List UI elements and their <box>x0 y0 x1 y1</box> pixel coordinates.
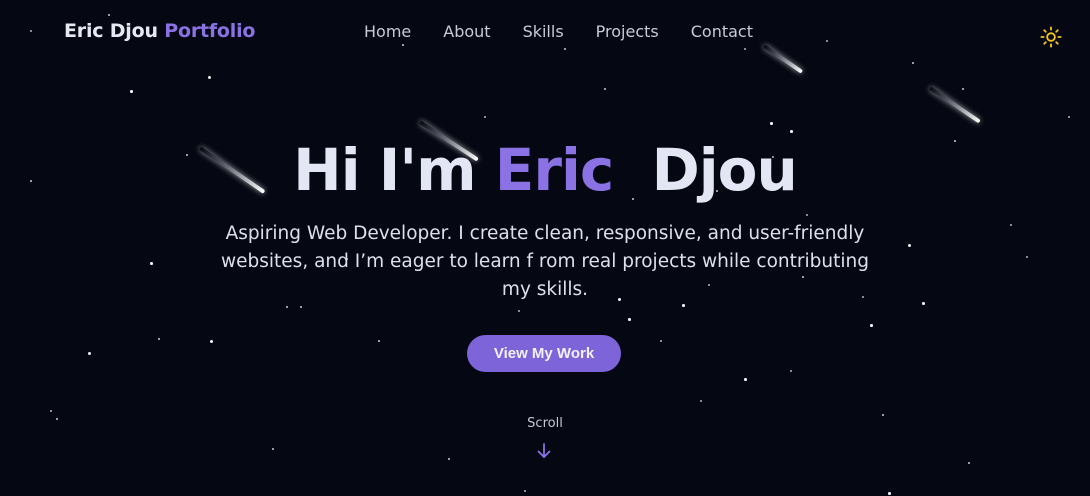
hero-title-accent: Eric <box>494 136 614 204</box>
shooting-star <box>928 86 982 124</box>
star <box>912 62 914 64</box>
star <box>524 490 526 492</box>
nav-link-skills[interactable]: Skills <box>523 22 564 41</box>
star <box>564 48 566 50</box>
view-my-work-button[interactable]: View My Work <box>467 335 621 372</box>
hero-title-prefix: Hi I'm <box>293 136 476 204</box>
star <box>700 400 702 402</box>
star <box>150 262 153 265</box>
star <box>682 304 685 307</box>
star <box>210 340 213 343</box>
star <box>272 448 274 450</box>
portfolio-page: Eric Djou Portfolio Home About Skills Pr… <box>0 0 1090 496</box>
star <box>790 370 792 372</box>
star <box>1068 116 1070 118</box>
brand-logo[interactable]: Eric Djou Portfolio <box>64 20 255 42</box>
main-nav: Home About Skills Projects Contact <box>364 22 753 41</box>
sun-icon <box>1040 26 1062 48</box>
star <box>1010 224 1012 226</box>
star <box>604 88 606 90</box>
arrow-down-icon <box>537 443 551 458</box>
star <box>50 410 52 412</box>
star <box>1026 256 1028 258</box>
star <box>922 302 925 305</box>
star <box>870 324 873 327</box>
shooting-star <box>762 44 804 74</box>
nav-link-contact[interactable]: Contact <box>691 22 753 41</box>
star <box>158 338 160 340</box>
star <box>130 90 133 93</box>
star <box>300 306 302 308</box>
scroll-down-button[interactable] <box>536 442 552 460</box>
star <box>378 340 380 342</box>
hero-subtitle: Aspiring Web Developer. I create clean, … <box>221 223 869 300</box>
nav-link-projects[interactable]: Projects <box>596 22 659 41</box>
star <box>806 214 808 216</box>
star <box>518 310 520 312</box>
brand-accent: Portfolio <box>164 20 256 42</box>
star <box>30 30 32 32</box>
star <box>968 462 970 464</box>
scroll-label: Scroll <box>527 416 563 431</box>
star <box>770 122 773 125</box>
hero-title-suffix: Djou <box>651 136 798 204</box>
star <box>660 340 662 342</box>
star <box>888 492 891 495</box>
nav-link-about[interactable]: About <box>443 22 490 41</box>
star <box>908 244 911 247</box>
star <box>402 44 404 46</box>
star <box>826 40 828 42</box>
star <box>744 48 746 50</box>
star <box>790 130 793 133</box>
brand-name: Eric Djou <box>64 20 158 42</box>
star <box>88 352 91 355</box>
star <box>448 458 450 460</box>
star <box>962 88 964 90</box>
star <box>484 116 486 118</box>
star <box>628 318 631 321</box>
star <box>744 378 747 381</box>
nav-link-home[interactable]: Home <box>364 22 411 41</box>
theme-toggle-button[interactable] <box>1040 26 1062 48</box>
hero-title: Hi I'm Eric Djou <box>0 136 1090 204</box>
star <box>108 14 110 16</box>
star <box>208 76 211 79</box>
star <box>286 306 288 308</box>
